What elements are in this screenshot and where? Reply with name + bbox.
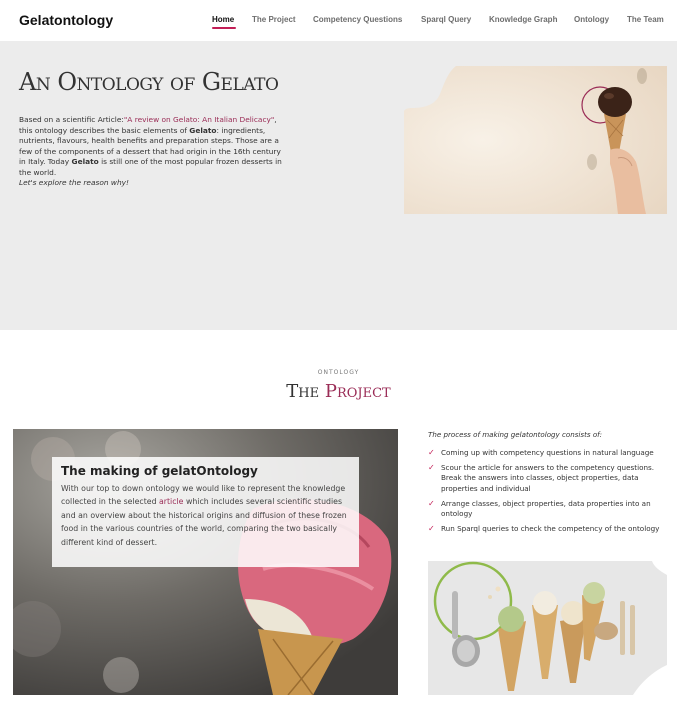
hero-description: Based on a scientific Article:"A review … xyxy=(19,115,285,189)
nav-knowledge-graph[interactable]: Knowledge Graph xyxy=(489,15,557,24)
check-icon: ✓ xyxy=(428,498,435,508)
project-info-card: The making of gelatOntology With our top… xyxy=(52,457,359,567)
hero-gelato-bold: Gelato xyxy=(189,125,217,135)
section-title-the: The xyxy=(286,381,320,402)
process-step: ✓ Run Sparql queries to check the compet… xyxy=(428,524,670,534)
nav-ontology[interactable]: Ontology xyxy=(574,15,609,24)
hero-text-prefix: Based on a scientific Article: xyxy=(19,115,124,124)
hero-tagline: Let's explore the reason why! xyxy=(19,178,129,187)
hero-gelato-bold-2: Gelato xyxy=(71,157,99,166)
process-step: ✓ Coming up with competency questions in… xyxy=(428,448,670,458)
hero-title: An Ontology of Gelato xyxy=(19,68,279,96)
process-step-text: Scour the article for answers to the com… xyxy=(441,463,655,493)
process-steps-list: ✓ Coming up with competency questions in… xyxy=(428,448,670,539)
check-icon: ✓ xyxy=(428,463,435,473)
nav-home[interactable]: Home xyxy=(212,15,234,24)
gelato-cones-photo xyxy=(428,561,667,695)
nav-competency-questions[interactable]: Competency Questions xyxy=(313,15,402,24)
card-title: The making of gelatOntology xyxy=(61,464,258,478)
section-title-project: Project xyxy=(324,381,391,402)
process-step: ✓ Scour the article for answers to the c… xyxy=(428,463,670,494)
process-step-text: Run Sparql queries to check the competen… xyxy=(441,524,660,534)
hero-image-illustration xyxy=(404,66,667,214)
nav-the-team[interactable]: The Team xyxy=(627,15,664,24)
nav-the-project[interactable]: The Project xyxy=(252,15,296,24)
section-title: The Project xyxy=(0,381,677,402)
check-icon: ✓ xyxy=(428,524,435,534)
section-subtitle: ONTOLOGY xyxy=(317,369,360,376)
hero-section: An Ontology of Gelato Based on a scienti… xyxy=(0,42,677,330)
article-link[interactable]: "A review on Gelato: An Italian Delicacy… xyxy=(124,115,274,124)
process-intro: The process of making gelatontology cons… xyxy=(428,430,603,439)
hero-image-gelato-cone xyxy=(404,66,667,214)
gelato-cones-illustration xyxy=(428,561,667,695)
nav-active-underline xyxy=(212,27,236,29)
card-article-link[interactable]: article xyxy=(159,497,183,506)
process-step-text: Arrange classes, object properties, data… xyxy=(441,498,651,519)
card-description: With our top to down ontology we would l… xyxy=(61,482,353,549)
top-navbar: Gelatontology Home The Project Competenc… xyxy=(0,0,677,42)
process-step-text: Coming up with competency questions in n… xyxy=(441,448,654,457)
process-step: ✓ Arrange classes, object properties, da… xyxy=(428,499,670,519)
nav-sparql-query[interactable]: Sparql Query xyxy=(421,15,471,24)
brand-logo[interactable]: Gelatontology xyxy=(19,12,113,28)
check-icon: ✓ xyxy=(428,448,435,457)
